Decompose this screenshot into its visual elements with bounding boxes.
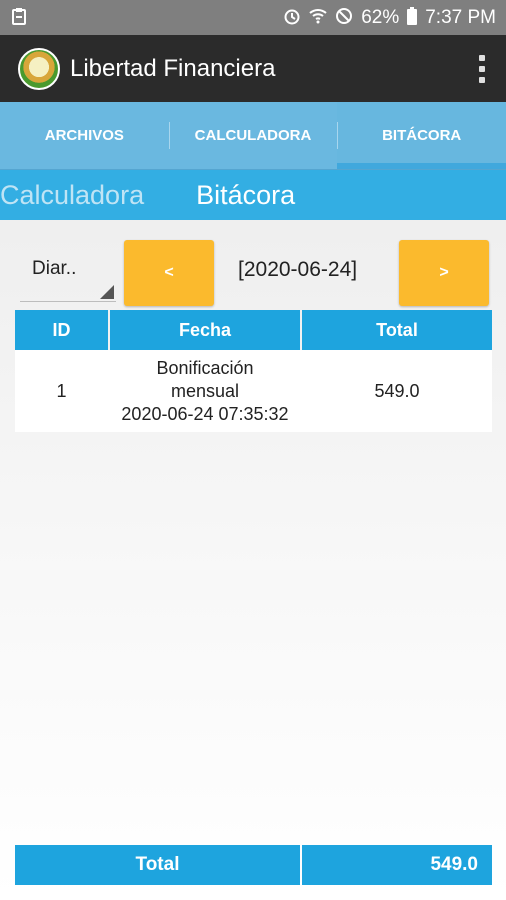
next-date-button[interactable]: >	[399, 240, 489, 306]
period-dropdown[interactable]: Diar..	[20, 250, 116, 302]
log-table: ID Fecha Total 1 Bonificación mensual 20…	[15, 310, 492, 432]
cell-fecha: Bonificación mensual 2020-06-24 07:35:32	[110, 350, 300, 432]
dropdown-arrow-icon	[100, 285, 114, 299]
period-value: Diar..	[32, 258, 77, 279]
do-not-disturb-icon	[335, 7, 353, 29]
tab-archivos[interactable]: ARCHIVOS	[0, 102, 169, 169]
cell-id: 1	[56, 380, 67, 401]
alarm-icon	[283, 7, 301, 29]
current-date: [2020-06-24]	[238, 258, 358, 281]
app-title: Libertad Financiera	[70, 54, 276, 82]
header-id: ID	[15, 310, 108, 350]
subtab-calculadora[interactable]: Calculadora	[0, 180, 144, 211]
total-value: 549.0	[302, 845, 492, 885]
total-label: Total	[15, 845, 300, 885]
header-total: Total	[302, 310, 492, 350]
sub-tabs: Calculadora Bitácora	[0, 170, 506, 220]
previous-date-button[interactable]: <	[124, 240, 214, 306]
clipboard-icon	[12, 7, 26, 29]
app-bar: Libertad Financiera	[0, 35, 506, 102]
cell-fecha-concept-2: mensual	[170, 380, 240, 401]
table-header: ID Fecha Total	[15, 310, 492, 350]
table-row[interactable]: 1 Bonificación mensual 2020-06-24 07:35:…	[15, 350, 492, 432]
cell-total: 549.0	[374, 380, 420, 401]
overflow-menu-icon[interactable]	[476, 54, 488, 83]
tab-calculadora[interactable]: CALCULADORA	[168, 102, 338, 169]
total-footer: Total 549.0	[15, 845, 492, 885]
main-tabs: ARCHIVOS CALCULADORA BITÁCORA	[0, 102, 506, 170]
cell-fecha-datetime: 2020-06-24 07:35:32	[121, 403, 289, 424]
battery-percent: 62%	[361, 6, 400, 28]
app-logo	[18, 47, 60, 90]
header-fecha: Fecha	[110, 310, 300, 350]
status-bar: 62% 7:37 PM	[0, 0, 506, 35]
date-navigation: Diar.. < [2020-06-24] >	[0, 240, 506, 310]
clock: 7:37 PM	[425, 6, 496, 28]
wifi-icon	[309, 8, 327, 28]
tab-bitacora[interactable]: BITÁCORA	[337, 102, 506, 169]
battery-icon	[407, 6, 418, 29]
cell-fecha-concept: Bonificación	[156, 357, 254, 378]
subtab-bitacora[interactable]: Bitácora	[196, 180, 295, 211]
